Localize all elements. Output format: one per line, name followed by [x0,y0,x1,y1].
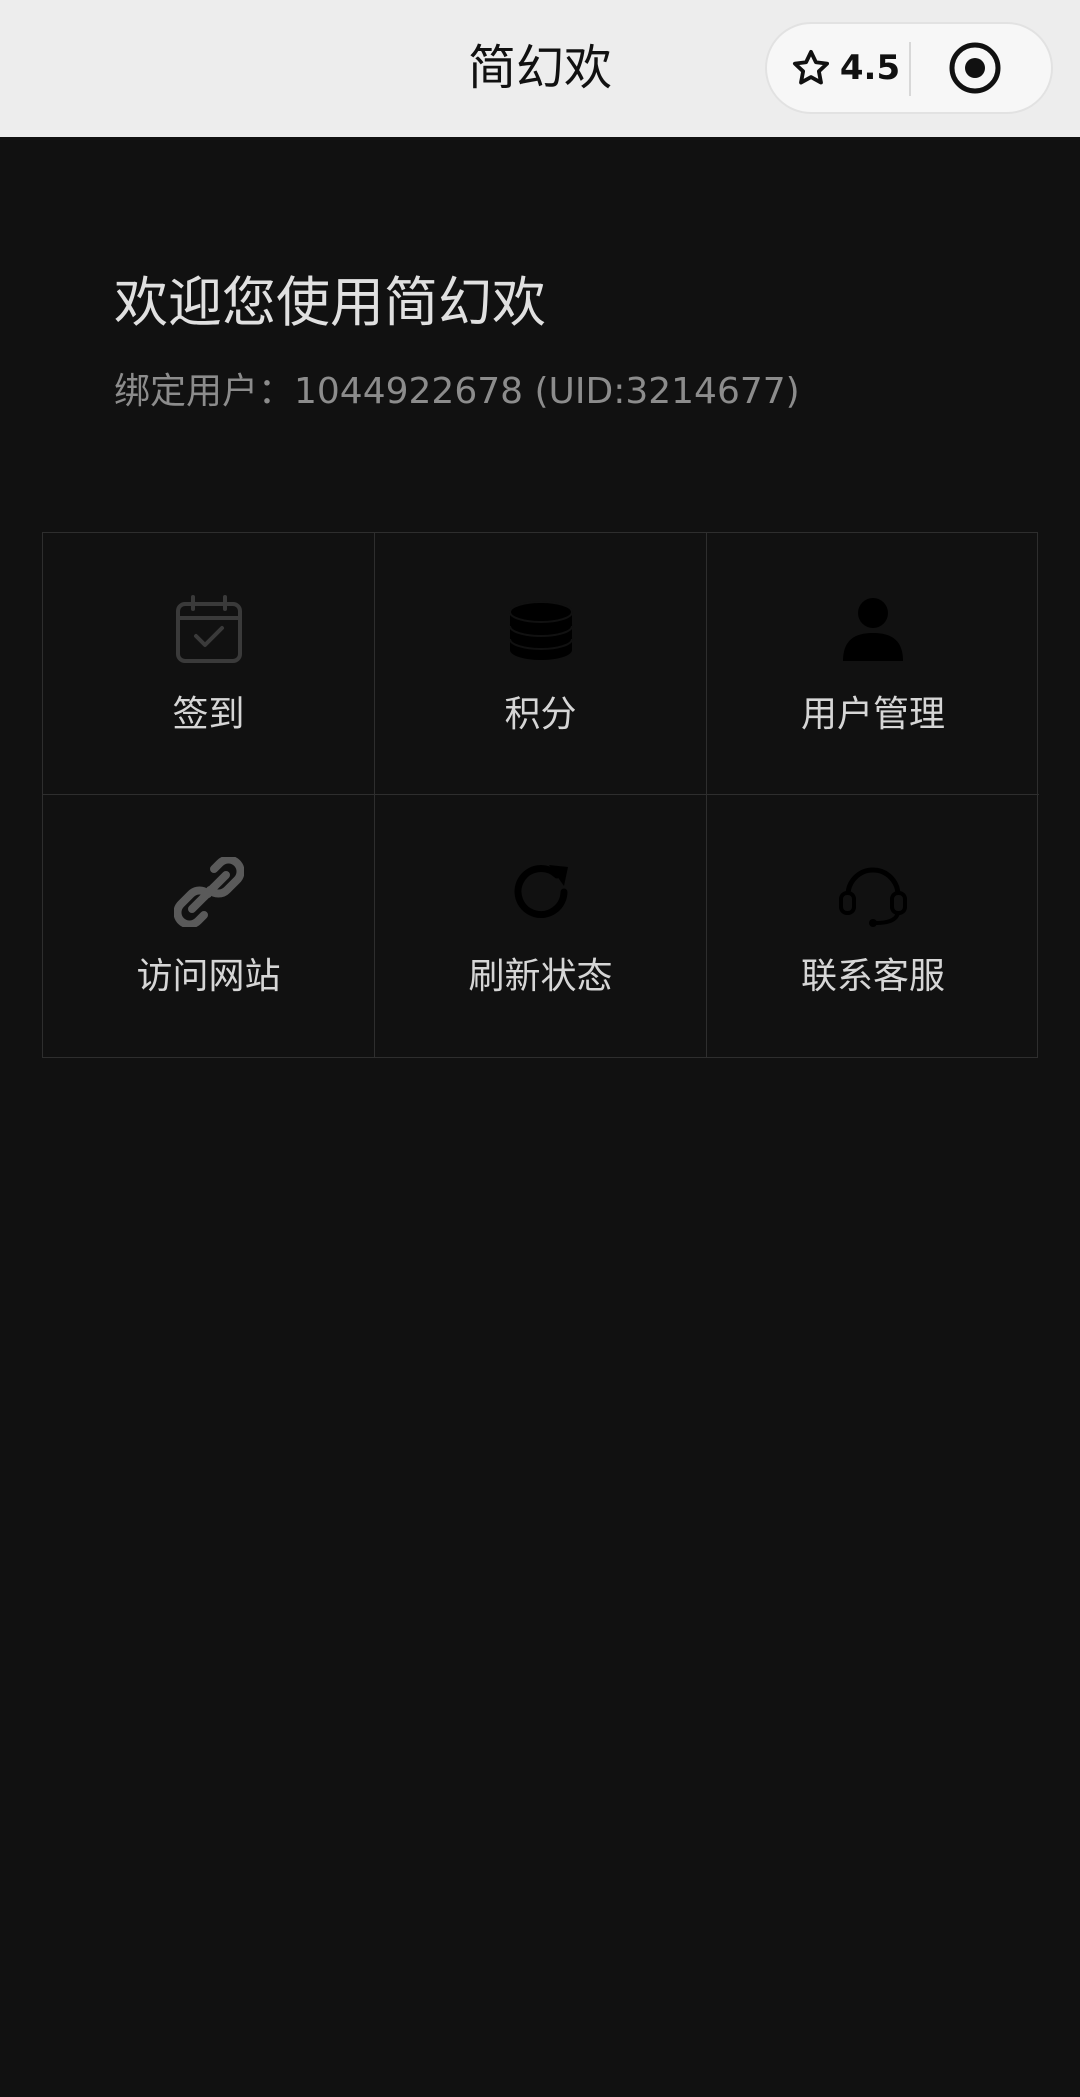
menu-item-label: 访问网站 [136,956,281,997]
mini-program-capsule: 4.5 [765,22,1053,114]
menu-item-checkin[interactable]: 签到 [43,533,375,795]
coins-icon [509,601,573,660]
calendar-check-icon [176,595,242,663]
menu-item-label: 积分 [504,694,577,735]
menu-item-user-management[interactable]: 用户管理 [707,533,1039,795]
rating-value: 4.5 [839,48,901,88]
capsule-divider [909,42,911,96]
headset-icon [839,867,907,927]
link-icon [174,857,244,927]
user-icon [843,598,903,661]
refresh-icon [514,865,568,919]
menu-item-label: 用户管理 [800,694,945,735]
bound-user-info: 绑定用户：1044922678 (UID:3214677) [114,371,800,412]
top-bar: 简幻欢 4.5 [0,0,1080,137]
menu-item-visit-website[interactable]: 访问网站 [43,795,375,1057]
menu-item-refresh-status[interactable]: 刷新状态 [375,795,707,1057]
menu-item-label: 签到 [172,694,245,735]
menu-item-label: 刷新状态 [468,956,613,997]
menu-item-label: 联系客服 [800,956,945,997]
menu-item-points[interactable]: 积分 [375,533,707,795]
star-icon [792,49,829,85]
target-circle-icon[interactable] [947,40,1003,96]
menu-item-contact-support[interactable]: 联系客服 [707,795,1039,1057]
welcome-title: 欢迎您使用简幻欢 [114,271,546,334]
function-grid: 签到 积分 用户管理 访问网站 刷新状态 联系客服 [42,532,1039,1058]
rating-button[interactable]: 4.5 [783,24,907,112]
